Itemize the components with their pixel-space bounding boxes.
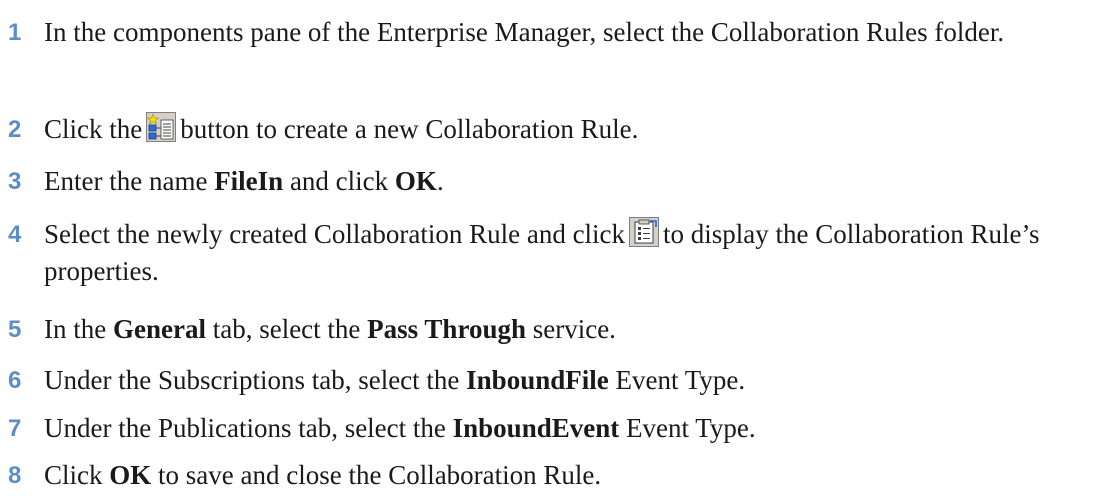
step-number: 2 (8, 116, 22, 143)
step-number: 1 (8, 19, 22, 46)
step-text-part: service. (525, 314, 616, 344)
step-text: Select the newly created Collaboration R… (44, 216, 1108, 290)
step-text-bold: General (112, 314, 206, 344)
step-text-part: In the (44, 314, 113, 344)
step-number: 6 (8, 367, 22, 394)
step-text-bold: OK (109, 460, 152, 490)
step-text: Under the Publications tab, select the I… (44, 410, 1108, 447)
step-text: Click the button to create a new Collabo… (44, 111, 1108, 148)
step-text-part: Enter the name (44, 166, 215, 196)
step-number: 8 (8, 462, 22, 489)
step-text: Enter the name FileIn and click OK. (44, 163, 1108, 200)
step-text-part: Under the Subscriptions tab, select the (44, 365, 467, 395)
step-text-part: . (436, 166, 444, 196)
new-collaboration-rule-icon (146, 112, 177, 142)
step-text: Click OK to save and close the Collabora… (44, 457, 1108, 494)
step-text-bold: Pass Through (367, 314, 526, 344)
step-number: 3 (8, 168, 22, 195)
properties-icon (629, 217, 660, 247)
step-number: 5 (8, 316, 22, 343)
step-text-bold: InboundFile (466, 365, 609, 395)
step-text: In the General tab, select the Pass Thro… (44, 311, 1108, 348)
document-page: { "steps": [ { "num": "1", "text": "In t… (0, 0, 1112, 500)
step-text: Under the Subscriptions tab, select the … (44, 362, 1108, 399)
step-text-bold: InboundEvent (452, 413, 620, 443)
step-text-part: Event Type. (608, 365, 746, 395)
step-text-part: tab, select the (205, 314, 368, 344)
step-text-part: to save and close the Collaboration Rule… (151, 460, 602, 490)
step-number: 4 (8, 221, 22, 248)
step-text-bold: OK (394, 166, 437, 196)
step-text-part: Click (44, 460, 110, 490)
step-text: In the components pane of the Enterprise… (44, 17, 1005, 47)
step-text-part: Select the newly created Collaboration R… (44, 219, 626, 249)
step-text-bold: FileIn (214, 166, 284, 196)
step-text-part: Click the (44, 114, 143, 144)
step-number: 7 (8, 415, 22, 442)
step-text-part: button to create a new Collaboration Rul… (180, 114, 639, 144)
step-text-part: and click (283, 166, 395, 196)
step-text-part: Event Type. (619, 413, 756, 443)
step-text-part: Under the Publications tab, select the (44, 413, 453, 443)
